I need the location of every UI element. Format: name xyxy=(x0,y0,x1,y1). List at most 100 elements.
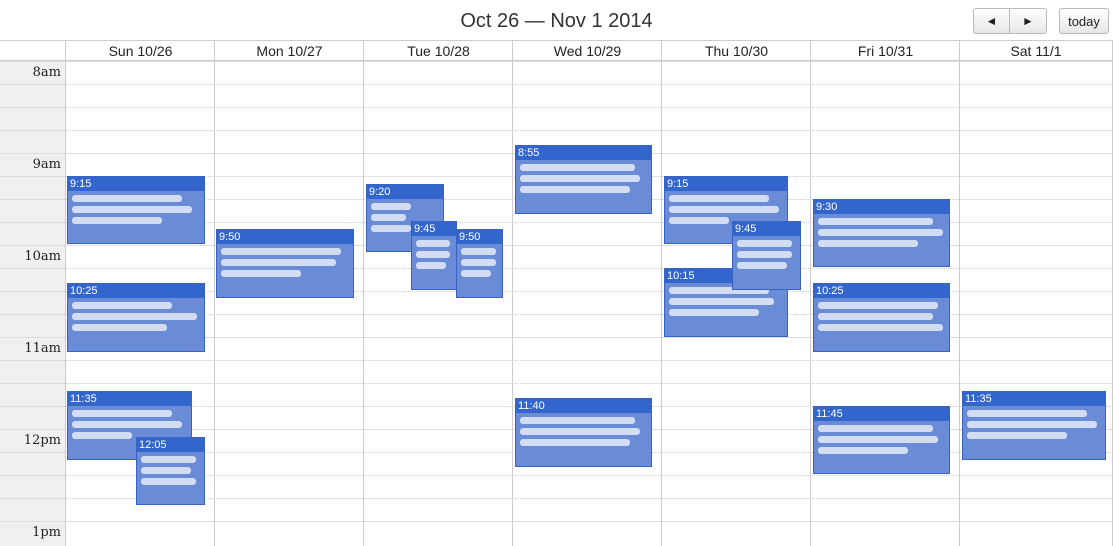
slot-line xyxy=(0,383,1113,384)
calendar-event[interactable]: 9:50 xyxy=(456,229,503,298)
calendar-event[interactable]: 11:45 xyxy=(813,406,950,474)
redacted-text xyxy=(371,225,411,232)
event-time: 10:25 xyxy=(68,284,204,298)
redacted-text xyxy=(416,240,450,247)
hour-label-9am: 9am xyxy=(32,157,61,172)
calendar-event[interactable]: 10:25 xyxy=(813,283,950,352)
day-header-wed: Wed 10/29 xyxy=(512,40,662,61)
redacted-text xyxy=(967,421,1097,428)
redacted-text xyxy=(141,467,191,474)
event-time: 9:15 xyxy=(68,177,204,191)
redacted-text xyxy=(72,421,182,428)
redacted-text xyxy=(818,313,933,320)
redacted-text xyxy=(737,251,792,258)
prev-week-button[interactable]: ◄ xyxy=(973,8,1010,34)
day-divider xyxy=(65,61,66,546)
calendar-event[interactable]: 9:15 xyxy=(67,176,205,244)
event-time: 11:40 xyxy=(516,399,651,413)
day-header-mon: Mon 10/27 xyxy=(214,40,364,61)
event-time: 9:45 xyxy=(733,222,800,236)
redacted-text xyxy=(818,436,938,443)
slot-line xyxy=(0,521,1113,522)
redacted-text xyxy=(818,240,918,247)
redacted-text xyxy=(520,428,640,435)
redacted-text xyxy=(371,214,406,221)
redacted-text xyxy=(520,164,635,171)
calendar-event[interactable]: 9:50 xyxy=(216,229,354,298)
redacted-text xyxy=(520,186,630,193)
day-header-thu: Thu 10/30 xyxy=(661,40,811,61)
redacted-text xyxy=(221,259,336,266)
redacted-text xyxy=(520,175,640,182)
redacted-text xyxy=(737,262,787,269)
slot-line xyxy=(0,61,1113,62)
redacted-text xyxy=(416,262,446,269)
day-header-sun: Sun 10/26 xyxy=(65,40,215,61)
next-week-button[interactable]: ► xyxy=(1009,8,1047,34)
redacted-text xyxy=(669,309,759,316)
day-divider xyxy=(810,61,811,546)
redacted-text xyxy=(461,248,496,255)
redacted-text xyxy=(72,432,132,439)
redacted-text xyxy=(520,417,635,424)
calendar-header: Oct 26 — Nov 1 2014 ◄ ► today xyxy=(0,0,1113,40)
event-time: 9:50 xyxy=(457,230,502,244)
day-header-fri: Fri 10/31 xyxy=(810,40,960,61)
event-time: 9:45 xyxy=(412,222,456,236)
calendar-event[interactable]: 9:45 xyxy=(732,221,801,290)
event-time: 9:20 xyxy=(367,185,443,199)
calendar-event[interactable]: 10:25 xyxy=(67,283,205,352)
hour-label-12pm: 12pm xyxy=(23,433,61,448)
day-divider xyxy=(959,61,960,546)
redacted-text xyxy=(72,217,162,224)
redacted-text xyxy=(818,302,938,309)
redacted-text xyxy=(72,195,182,202)
calendar-event[interactable]: 9:45 xyxy=(411,221,457,290)
calendar-event[interactable]: 9:30 xyxy=(813,199,950,267)
next-arrow-icon: ► xyxy=(1022,14,1034,28)
slot-line xyxy=(0,107,1113,108)
date-range-title: Oct 26 — Nov 1 2014 xyxy=(460,10,653,32)
redacted-text xyxy=(72,313,197,320)
today-button[interactable]: today xyxy=(1059,8,1109,34)
hour-label-1pm: 1pm xyxy=(32,525,61,540)
day-header-tue: Tue 10/28 xyxy=(363,40,513,61)
calendar-event[interactable]: 12:05 xyxy=(136,437,205,505)
redacted-text xyxy=(141,456,196,463)
calendar-event[interactable]: 11:35 xyxy=(962,391,1106,460)
hour-label-8am: 8am xyxy=(32,65,61,80)
event-time: 12:05 xyxy=(137,438,204,452)
redacted-text xyxy=(669,217,729,224)
slot-line xyxy=(0,268,1113,269)
slot-line xyxy=(0,360,1113,361)
event-time: 8:55 xyxy=(516,146,651,160)
event-time: 10:25 xyxy=(814,284,949,298)
event-time: 11:45 xyxy=(814,407,949,421)
hour-label-11am: 11am xyxy=(24,341,61,356)
redacted-text xyxy=(520,439,630,446)
redacted-text xyxy=(818,218,933,225)
redacted-text xyxy=(72,324,167,331)
calendar-event[interactable]: 8:55 xyxy=(515,145,652,214)
hour-label-10am: 10am xyxy=(24,249,61,264)
redacted-text xyxy=(669,206,779,213)
redacted-text xyxy=(72,206,192,213)
time-gutter xyxy=(0,61,65,546)
day-divider xyxy=(214,61,215,546)
redacted-text xyxy=(818,425,933,432)
redacted-text xyxy=(461,270,491,277)
redacted-text xyxy=(669,195,769,202)
slot-line xyxy=(0,84,1113,85)
calendar-event[interactable]: 11:40 xyxy=(515,398,652,467)
day-divider xyxy=(661,61,662,546)
event-time: 9:15 xyxy=(665,177,787,191)
redacted-text xyxy=(818,324,943,331)
redacted-text xyxy=(818,447,908,454)
redacted-text xyxy=(669,298,774,305)
event-time: 9:50 xyxy=(217,230,353,244)
redacted-text xyxy=(72,410,172,417)
redacted-text xyxy=(461,259,496,266)
prev-arrow-icon: ◄ xyxy=(985,14,998,28)
redacted-text xyxy=(72,302,172,309)
redacted-text xyxy=(141,478,196,485)
